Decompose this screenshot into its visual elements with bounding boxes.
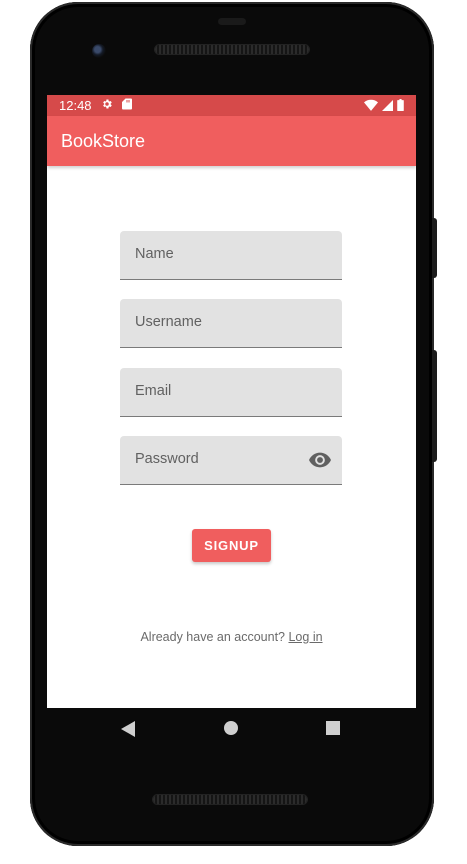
password-field-label: Password <box>135 451 199 467</box>
email-field-label: Email <box>135 383 172 399</box>
username-field-label: Username <box>135 314 202 330</box>
email-field[interactable]: Email <box>120 368 342 417</box>
app-title: BookStore <box>61 131 146 151</box>
power-button <box>432 350 437 462</box>
password-field[interactable]: Password <box>120 436 342 485</box>
signal-icon <box>382 99 393 111</box>
eye-icon[interactable] <box>309 451 331 469</box>
earpiece-speaker <box>155 45 309 54</box>
status-notification-icons <box>101 98 132 110</box>
screen: 12:48 BookStore Name Username Email Pass… <box>47 95 416 708</box>
status-time: 12:48 <box>59 98 92 113</box>
front-camera <box>92 44 106 58</box>
back-triangle-icon[interactable] <box>121 721 135 737</box>
name-field-label: Name <box>135 246 174 262</box>
status-system-icons <box>364 99 404 111</box>
top-slot <box>218 18 246 25</box>
name-field[interactable]: Name <box>120 231 342 280</box>
account-prompt-text: Already have an account? <box>140 630 285 644</box>
app-bar: BookStore <box>47 116 416 166</box>
recents-square-icon[interactable] <box>326 721 340 735</box>
home-circle-icon[interactable] <box>224 721 238 735</box>
sd-card-icon <box>122 98 132 110</box>
account-prompt: Already have an account? Log in <box>47 630 416 644</box>
status-bar: 12:48 <box>47 95 416 116</box>
wifi-icon <box>364 99 378 111</box>
bottom-speaker <box>153 795 307 804</box>
username-field[interactable]: Username <box>120 299 342 348</box>
signup-button[interactable]: SIGNUP <box>192 529 271 562</box>
gear-icon <box>103 99 112 109</box>
navigation-bar <box>47 708 416 750</box>
login-link[interactable]: Log in <box>288 630 322 644</box>
volume-button <box>432 218 437 278</box>
battery-icon <box>397 99 404 111</box>
